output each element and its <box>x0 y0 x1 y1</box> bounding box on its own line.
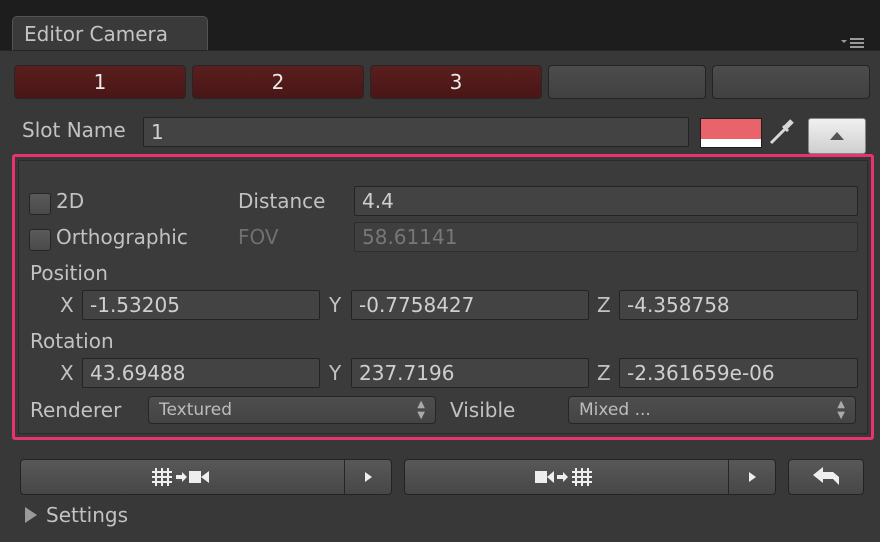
visible-dropdown[interactable]: Mixed ... ▲ ▼ <box>568 396 856 424</box>
position-z-label: Z <box>597 293 611 317</box>
tab-menu-icon[interactable] <box>838 34 868 48</box>
renderer-value: Textured <box>159 400 233 420</box>
undo-button[interactable] <box>788 459 864 495</box>
position-x-input[interactable]: -1.53205 <box>82 290 320 320</box>
distance-label: Distance <box>238 189 326 213</box>
slot-name-label: Slot Name <box>22 118 126 142</box>
slot-color-fill <box>701 119 761 139</box>
camera-to-grid-icon <box>533 464 599 490</box>
slot-name-input[interactable]: 1 <box>143 117 689 147</box>
updown-arrows-icon: ▲ ▼ <box>417 399 425 421</box>
scene-to-camera-menu-arrow-icon[interactable] <box>345 460 391 494</box>
settings-foldout-arrow-icon[interactable] <box>22 505 40 525</box>
rotation-y-label: Y <box>329 361 342 385</box>
slot-button-1[interactable]: 1 <box>14 65 186 99</box>
rotation-z-label: Z <box>597 361 611 385</box>
camera-to-scene-menu-arrow-icon[interactable] <box>729 460 775 494</box>
2d-checkbox[interactable] <box>29 193 51 215</box>
rotation-x-input[interactable]: 43.69488 <box>82 358 320 388</box>
renderer-label: Renderer <box>30 398 122 422</box>
collapse-button[interactable] <box>808 118 866 154</box>
position-z-input[interactable]: -4.358758 <box>619 290 858 320</box>
rotation-x-label: X <box>60 361 74 385</box>
slot-button-2[interactable]: 2 <box>192 65 364 99</box>
eyedropper-icon[interactable] <box>766 117 796 147</box>
grid-to-camera-icon <box>149 464 215 490</box>
distance-input[interactable]: 4.4 <box>354 186 858 216</box>
slot-button-4[interactable] <box>548 65 706 99</box>
undo-arrow-icon <box>809 465 845 489</box>
position-label: Position <box>30 261 108 285</box>
rotation-y-input[interactable]: 237.7196 <box>351 358 589 388</box>
updown-arrows-icon: ▲ ▼ <box>837 399 845 421</box>
scene-to-camera-button[interactable] <box>20 459 392 495</box>
orthographic-checkbox[interactable] <box>29 229 51 251</box>
position-x-label: X <box>60 293 74 317</box>
editor-camera-tab[interactable]: Editor Camera <box>12 16 208 50</box>
rotation-z-input[interactable]: -2.361659e-06 <box>619 358 858 388</box>
fov-input: 58.61141 <box>354 222 858 252</box>
fov-label: FOV <box>238 225 279 249</box>
2d-label: 2D <box>56 189 85 213</box>
visible-label: Visible <box>450 398 516 422</box>
settings-foldout-label[interactable]: Settings <box>46 503 128 527</box>
position-y-label: Y <box>329 293 342 317</box>
camera-to-scene-button[interactable] <box>404 459 776 495</box>
slot-button-3[interactable]: 3 <box>370 65 542 99</box>
orthographic-label: Orthographic <box>56 225 188 249</box>
position-y-input[interactable]: -0.7758427 <box>351 290 589 320</box>
slot-button-5[interactable] <box>712 65 870 99</box>
renderer-dropdown[interactable]: Textured ▲ ▼ <box>148 396 436 424</box>
visible-value: Mixed ... <box>579 400 651 420</box>
rotation-label: Rotation <box>30 329 114 353</box>
